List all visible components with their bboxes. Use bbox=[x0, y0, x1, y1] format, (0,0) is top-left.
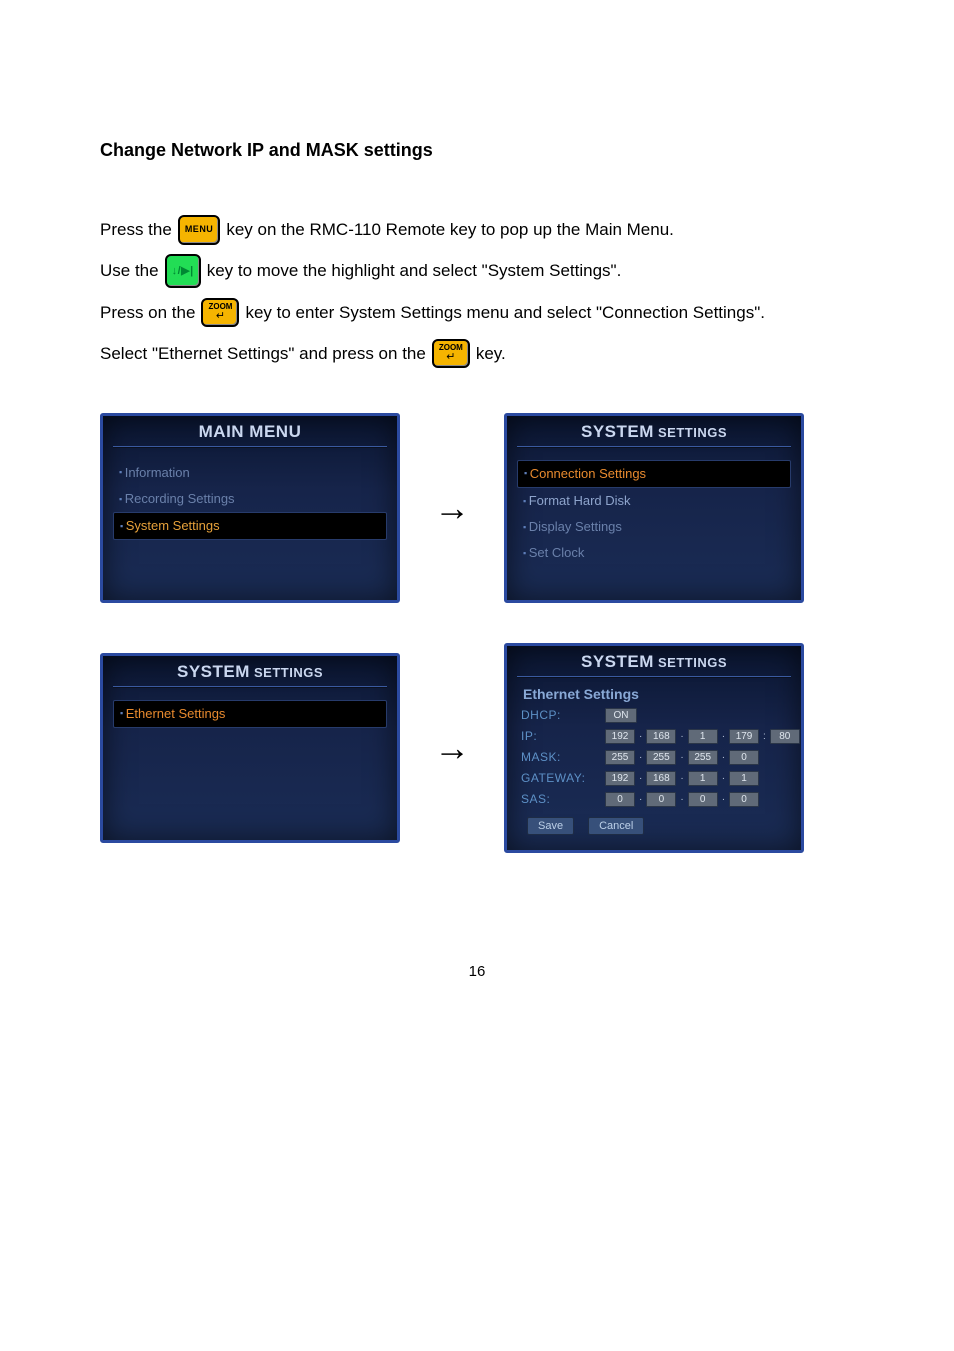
mask-label: MASK: bbox=[521, 750, 599, 765]
dot-icon: · bbox=[722, 731, 725, 742]
page-number: 16 bbox=[100, 963, 854, 980]
mask-octet-4[interactable]: 0 bbox=[729, 750, 759, 765]
divider bbox=[517, 676, 791, 678]
dot-icon: · bbox=[639, 773, 642, 784]
system-settings-screen-2: SYSTEM SETTINGS Ethernet Settings bbox=[100, 653, 400, 843]
main-menu-screen: MAIN MENU Information Recording Settings… bbox=[100, 413, 400, 603]
menu-item-system-settings[interactable]: System Settings bbox=[113, 512, 387, 540]
text-fragment: Press on the bbox=[100, 294, 195, 331]
dot-icon: · bbox=[639, 794, 642, 805]
text-fragment: Press the bbox=[100, 211, 172, 248]
screen-title: SYSTEM SETTINGS bbox=[581, 422, 727, 442]
divider bbox=[113, 686, 387, 688]
dot-icon: : bbox=[763, 731, 766, 742]
menu-item-format-hard-disk[interactable]: Format Hard Disk bbox=[517, 488, 791, 514]
dot-icon: · bbox=[680, 773, 683, 784]
system-settings-screen-1: SYSTEM SETTINGS Connection Settings Form… bbox=[504, 413, 804, 603]
gateway-octet-2[interactable]: 168 bbox=[646, 771, 676, 786]
screenshot-row-2: SYSTEM SETTINGS Ethernet Settings → SYST… bbox=[100, 643, 854, 853]
menu-item-ethernet-settings[interactable]: Ethernet Settings bbox=[113, 700, 387, 728]
divider bbox=[113, 446, 387, 448]
arrow-right-icon: → bbox=[424, 727, 480, 769]
text-fragment: key to move the highlight and select "Sy… bbox=[207, 252, 622, 289]
enter-icon: ↵ bbox=[446, 352, 455, 363]
ip-octet-4[interactable]: 179 bbox=[729, 729, 759, 744]
title-text-small: SETTINGS bbox=[654, 655, 727, 670]
page-heading: Change Network IP and MASK settings bbox=[100, 140, 854, 161]
gateway-octet-1[interactable]: 192 bbox=[605, 771, 635, 786]
divider bbox=[517, 446, 791, 448]
key-label: ↓/▶| bbox=[172, 259, 194, 283]
menu-item-display-settings[interactable]: Display Settings bbox=[517, 514, 791, 540]
mask-octet-1[interactable]: 255 bbox=[605, 750, 635, 765]
title-text-small: SETTINGS bbox=[654, 425, 727, 440]
gateway-label: GATEWAY: bbox=[521, 771, 599, 786]
text-fragment: key on the RMC-110 Remote key to pop up … bbox=[226, 211, 674, 248]
text-fragment: key. bbox=[476, 335, 506, 372]
sas-octet-2[interactable]: 0 bbox=[646, 792, 676, 807]
sas-row: 0 · 0 · 0 · 0 bbox=[605, 792, 800, 807]
sas-octet-4[interactable]: 0 bbox=[729, 792, 759, 807]
ip-octet-2[interactable]: 168 bbox=[646, 729, 676, 744]
dhcp-value[interactable]: ON bbox=[605, 708, 637, 723]
screen-title: SYSTEM SETTINGS bbox=[581, 652, 727, 672]
dot-icon: · bbox=[639, 752, 642, 763]
instruction-line-2: Use the ↓/▶| key to move the highlight a… bbox=[100, 252, 854, 289]
screen-title: SYSTEM SETTINGS bbox=[177, 662, 323, 682]
dot-icon: · bbox=[680, 731, 683, 742]
ip-port[interactable]: 80 bbox=[770, 729, 800, 744]
mask-octet-3[interactable]: 255 bbox=[688, 750, 718, 765]
instructions-block: Press the MENU key on the RMC-110 Remote… bbox=[100, 211, 854, 373]
arrow-right-icon: → bbox=[424, 487, 480, 529]
dot-icon: · bbox=[722, 773, 725, 784]
dot-icon: · bbox=[639, 731, 642, 742]
menu-item-information[interactable]: Information bbox=[113, 460, 387, 486]
mask-octet-2[interactable]: 255 bbox=[646, 750, 676, 765]
screenshot-row-1: MAIN MENU Information Recording Settings… bbox=[100, 413, 854, 603]
sas-octet-1[interactable]: 0 bbox=[605, 792, 635, 807]
text-fragment: key to enter System Settings menu and se… bbox=[245, 294, 765, 331]
screen-title: MAIN MENU bbox=[199, 422, 302, 442]
mask-row: 255 · 255 · 255 · 0 bbox=[605, 750, 800, 765]
title-text-small: SETTINGS bbox=[250, 665, 323, 680]
gateway-row: 192 · 168 · 1 · 1 bbox=[605, 771, 800, 786]
dot-icon: · bbox=[680, 752, 683, 763]
enter-icon: ↵ bbox=[216, 311, 225, 322]
zoom-key-icon: ZOOM ↵ bbox=[432, 339, 470, 368]
gateway-octet-3[interactable]: 1 bbox=[688, 771, 718, 786]
instruction-line-1: Press the MENU key on the RMC-110 Remote… bbox=[100, 211, 854, 248]
key-label: MENU bbox=[185, 220, 214, 240]
title-text-big: SYSTEM bbox=[177, 662, 250, 681]
title-text: MAIN MENU bbox=[199, 422, 302, 441]
arrow-key-icon: ↓/▶| bbox=[165, 254, 201, 288]
menu-key-icon: MENU bbox=[178, 215, 221, 245]
ethernet-subheading: Ethernet Settings bbox=[523, 686, 789, 702]
zoom-key-icon: ZOOM ↵ bbox=[201, 298, 239, 327]
ip-octet-3[interactable]: 1 bbox=[688, 729, 718, 744]
text-fragment: Use the bbox=[100, 252, 159, 289]
gateway-octet-4[interactable]: 1 bbox=[729, 771, 759, 786]
title-text-big: SYSTEM bbox=[581, 422, 654, 441]
menu-item-connection-settings[interactable]: Connection Settings bbox=[517, 460, 791, 488]
dot-icon: · bbox=[722, 794, 725, 805]
text-fragment: Select "Ethernet Settings" and press on … bbox=[100, 335, 426, 372]
instruction-line-3: Press on the ZOOM ↵ key to enter System … bbox=[100, 294, 854, 331]
sas-octet-3[interactable]: 0 bbox=[688, 792, 718, 807]
menu-item-set-clock[interactable]: Set Clock bbox=[517, 540, 791, 566]
ip-octet-1[interactable]: 192 bbox=[605, 729, 635, 744]
ip-row: 192 · 168 · 1 · 179: 80 bbox=[605, 729, 800, 744]
sas-label: SAS: bbox=[521, 792, 599, 807]
dhcp-label: DHCP: bbox=[521, 708, 599, 723]
save-button[interactable]: Save bbox=[527, 817, 574, 835]
title-text-big: SYSTEM bbox=[581, 652, 654, 671]
ethernet-settings-screen: SYSTEM SETTINGS Ethernet Settings DHCP: … bbox=[504, 643, 804, 853]
instruction-line-4: Select "Ethernet Settings" and press on … bbox=[100, 335, 854, 372]
dot-icon: · bbox=[722, 752, 725, 763]
dot-icon: · bbox=[680, 794, 683, 805]
menu-item-recording[interactable]: Recording Settings bbox=[113, 486, 387, 512]
cancel-button[interactable]: Cancel bbox=[588, 817, 644, 835]
ip-label: IP: bbox=[521, 729, 599, 744]
